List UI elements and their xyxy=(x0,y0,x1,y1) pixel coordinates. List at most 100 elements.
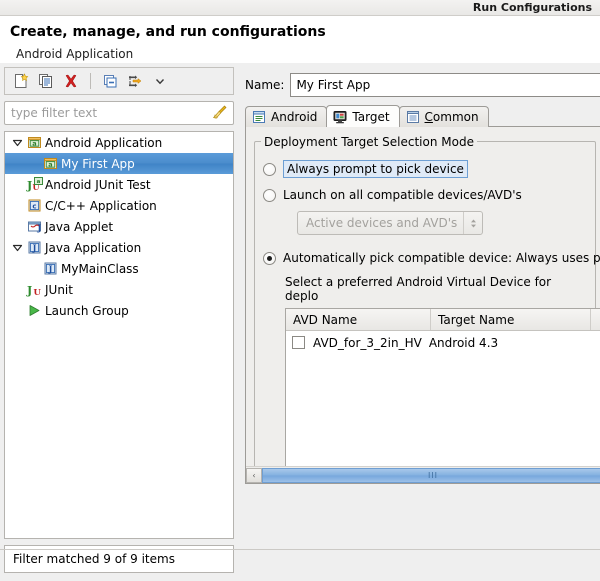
tree-item-label: Launch Group xyxy=(43,304,129,318)
android-icon: a xyxy=(41,156,59,171)
avd-row-name: AVD_for_3_2in_HV xyxy=(313,336,422,350)
avd-column-target-name[interactable]: Target Name xyxy=(431,309,591,330)
avd-table-header: AVD Name Target Name xyxy=(286,309,600,331)
scrollbar-thumb[interactable]: III xyxy=(262,468,600,483)
tree-item-label: My First App xyxy=(59,157,135,171)
tree-item-mymainclass[interactable]: J MyMainClass xyxy=(5,258,233,279)
configuration-tabs: Android Target xyxy=(245,105,600,127)
java-applet-icon: J xyxy=(25,219,43,234)
svg-text:J: J xyxy=(36,223,41,233)
filter-status-text: Filter matched 9 of 9 items xyxy=(13,552,175,566)
dialog-body: type filter text aAndroid Application a My… xyxy=(0,63,600,581)
svg-text:a: a xyxy=(48,160,52,168)
page-subtitle: Android Application xyxy=(10,41,600,61)
java-icon: J xyxy=(25,240,43,255)
broom-icon[interactable] xyxy=(211,104,228,124)
svg-text:U: U xyxy=(33,288,41,297)
radio-launch-all[interactable] xyxy=(263,189,276,202)
avd-column-avd-name[interactable]: AVD Name xyxy=(286,309,431,330)
delete-configuration-icon[interactable] xyxy=(61,71,81,91)
tab-common[interactable]: Common xyxy=(399,106,489,127)
dialog-bottom-separator xyxy=(0,549,600,550)
svg-text:J: J xyxy=(26,284,32,297)
avd-hint-text: Select a preferred Android Virtual Devic… xyxy=(263,275,587,303)
tree-item-label: JUnit xyxy=(43,283,73,297)
new-configuration-icon[interactable] xyxy=(11,71,31,91)
name-input[interactable]: My First App xyxy=(290,73,600,97)
radio-always-prompt[interactable] xyxy=(263,163,276,176)
svg-text:J: J xyxy=(26,179,32,192)
tree-item-label: Android Application xyxy=(43,136,162,150)
tab-common-rest: ommon xyxy=(433,110,479,124)
tree-item-my-first-app[interactable]: a My First App xyxy=(5,153,233,174)
android-tab-icon xyxy=(252,110,266,124)
tree-item-label: MyMainClass xyxy=(59,262,139,276)
configurations-panel: type filter text aAndroid Application a My… xyxy=(4,67,234,573)
dialog-header: Create, manage, and run configurations A… xyxy=(0,16,600,63)
tree-item-java-applet[interactable]: JJava Applet xyxy=(5,216,233,237)
tree-item-android-application[interactable]: aAndroid Application xyxy=(5,132,233,153)
configurations-tree[interactable]: aAndroid ApplicationaMy First AppJUaAndr… xyxy=(4,131,234,539)
tree-item-label: C/C++ Application xyxy=(43,199,157,213)
radio-row-launch-all[interactable]: Launch on all compatible devices/AVD's xyxy=(263,184,587,206)
android-junit-icon: JUa xyxy=(25,177,43,192)
table-row[interactable]: AVD_for_3_2in_HV Android 4.3 xyxy=(286,331,600,354)
target-tab-body: Deployment Target Selection Mode Always … xyxy=(245,126,600,484)
common-tab-icon xyxy=(406,110,420,124)
tab-target[interactable]: Target xyxy=(326,105,399,127)
window-title: Run Configurations xyxy=(473,0,592,15)
tab-android-label: Android xyxy=(271,110,317,124)
radio-auto-pick-label: Automatically pick compatible device: Al… xyxy=(283,251,600,265)
svg-text:J: J xyxy=(31,243,36,253)
deployment-target-group: Deployment Target Selection Mode Always … xyxy=(254,141,596,484)
tree-item-c-c-application[interactable]: c C/C++ Application xyxy=(5,195,233,216)
svg-text:c: c xyxy=(32,202,36,210)
tab-android[interactable]: Android xyxy=(245,106,327,127)
tree-item-java-application[interactable]: JJava Application xyxy=(5,237,233,258)
launch-group-icon xyxy=(25,303,43,318)
device-combo-container: Active devices and AVD's xyxy=(263,211,587,235)
tree-item-junit[interactable]: JUJUnit xyxy=(5,279,233,300)
toolbar-separator xyxy=(90,73,91,89)
radio-row-always-prompt[interactable]: Always prompt to pick device xyxy=(263,158,587,180)
tree-item-android-junit-test[interactable]: JUaAndroid JUnit Test xyxy=(5,174,233,195)
scroll-left-button[interactable]: ‹ xyxy=(246,468,262,483)
filter-configurations-icon[interactable] xyxy=(125,71,145,91)
radio-always-prompt-label: Always prompt to pick device xyxy=(283,160,468,178)
configurations-toolbar xyxy=(4,67,234,95)
tree-item-label: Android JUnit Test xyxy=(43,178,151,192)
chevron-updown-icon[interactable] xyxy=(463,212,482,234)
tree-item-label: Java Applet xyxy=(43,220,113,234)
horizontal-scrollbar[interactable]: ‹ III xyxy=(246,466,600,483)
junit-icon: JU xyxy=(25,282,43,297)
chevron-down-icon[interactable] xyxy=(9,242,25,253)
avd-table[interactable]: AVD Name Target Name AVD_for_3_2in_HV An… xyxy=(285,308,600,484)
window-title-bar: Run Configurations xyxy=(0,0,600,16)
tree-item-launch-group[interactable]: Launch Group xyxy=(5,300,233,321)
tab-common-label: Common xyxy=(425,110,479,124)
name-label: Name: xyxy=(245,78,290,92)
collapse-all-icon[interactable] xyxy=(100,71,120,91)
page-title: Create, manage, and run configurations xyxy=(10,24,600,41)
device-combo[interactable]: Active devices and AVD's xyxy=(297,211,483,235)
java-icon: J xyxy=(41,261,59,276)
tab-target-label: Target xyxy=(352,110,389,124)
view-menu-chevron-icon[interactable] xyxy=(150,71,170,91)
scrollbar-track[interactable]: III xyxy=(262,468,600,483)
tab-common-mnemonic: C xyxy=(425,110,433,124)
filter-placeholder: type filter text xyxy=(11,106,97,120)
filter-input[interactable]: type filter text xyxy=(4,101,234,125)
chevron-down-icon[interactable] xyxy=(9,137,25,148)
scrollbar-grip: III xyxy=(428,471,438,480)
name-row: Name: My First App xyxy=(245,73,600,97)
duplicate-configuration-icon[interactable] xyxy=(36,71,56,91)
avd-row-target: Android 4.3 xyxy=(422,336,498,350)
configuration-editor-panel: Name: My First App xyxy=(245,67,600,573)
cpp-icon: c xyxy=(25,198,43,213)
avd-row-checkbox[interactable] xyxy=(292,336,305,349)
svg-text:J: J xyxy=(47,264,52,274)
radio-auto-pick[interactable] xyxy=(263,252,276,265)
panel-sash[interactable] xyxy=(236,67,242,573)
radio-row-auto-pick[interactable]: Automatically pick compatible device: Al… xyxy=(263,247,587,269)
radio-launch-all-label: Launch on all compatible devices/AVD's xyxy=(283,188,522,202)
